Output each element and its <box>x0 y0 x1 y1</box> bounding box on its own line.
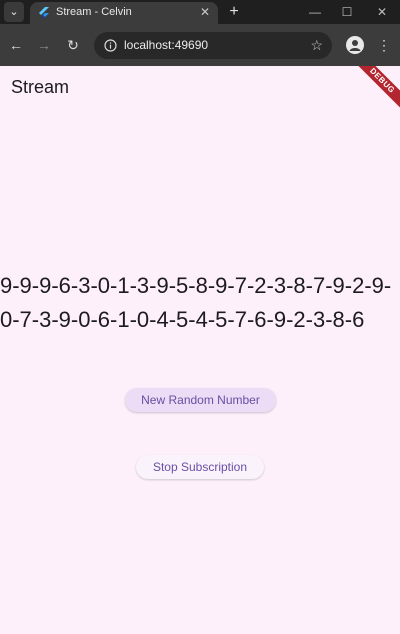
url-text[interactable]: localhost:49690 <box>124 38 208 52</box>
browser-toolbar: ← → ↻ localhost:49690 ☆ ⋮ <box>0 24 400 66</box>
tab-title: Stream - Celvin <box>56 6 132 18</box>
info-icon[interactable] <box>104 39 117 52</box>
app-bar-title: Stream <box>11 77 70 97</box>
stop-subscription-button[interactable]: Stop Subscription <box>136 455 264 479</box>
reload-icon[interactable]: ↻ <box>63 35 83 55</box>
new-tab-plus-icon[interactable]: + <box>224 2 244 22</box>
window-close-icon[interactable]: ✕ <box>371 2 393 22</box>
forward-arrow-right-icon[interactable]: → <box>34 35 54 55</box>
flutter-icon <box>39 7 49 19</box>
tab-search-chevron-down-icon[interactable]: ⌄ <box>4 2 24 22</box>
minimize-icon[interactable]: — <box>304 2 326 22</box>
app-viewport: Stream DEBUG 9-9-9-6-3-0-1-3-9-5-8-9-7-2… <box>0 66 400 634</box>
tab-close-icon[interactable]: ✕ <box>200 5 210 19</box>
back-arrow-left-icon[interactable]: ← <box>6 35 26 55</box>
maximize-icon[interactable]: ☐ <box>336 2 358 22</box>
debug-banner: DEBUG <box>349 66 400 114</box>
person-icon <box>349 40 361 51</box>
bookmark-star-icon[interactable]: ☆ <box>310 36 323 54</box>
browser-tab[interactable]: Stream - Celvin ✕ <box>30 2 218 24</box>
browser-tab-bar: ⌄ Stream - Celvin ✕ + — ☐ ✕ <box>0 0 400 24</box>
stream-number-text: 9-9-9-6-3-0-1-3-9-5-8-9-7-2-3-8-7-9-2-9-… <box>0 273 392 332</box>
new-random-number-button[interactable]: New Random Number <box>125 388 276 412</box>
profile-person-icon[interactable] <box>346 36 364 54</box>
kebab-menu-icon[interactable]: ⋮ <box>376 35 392 55</box>
address-bar[interactable]: localhost:49690 ☆ <box>94 32 332 59</box>
